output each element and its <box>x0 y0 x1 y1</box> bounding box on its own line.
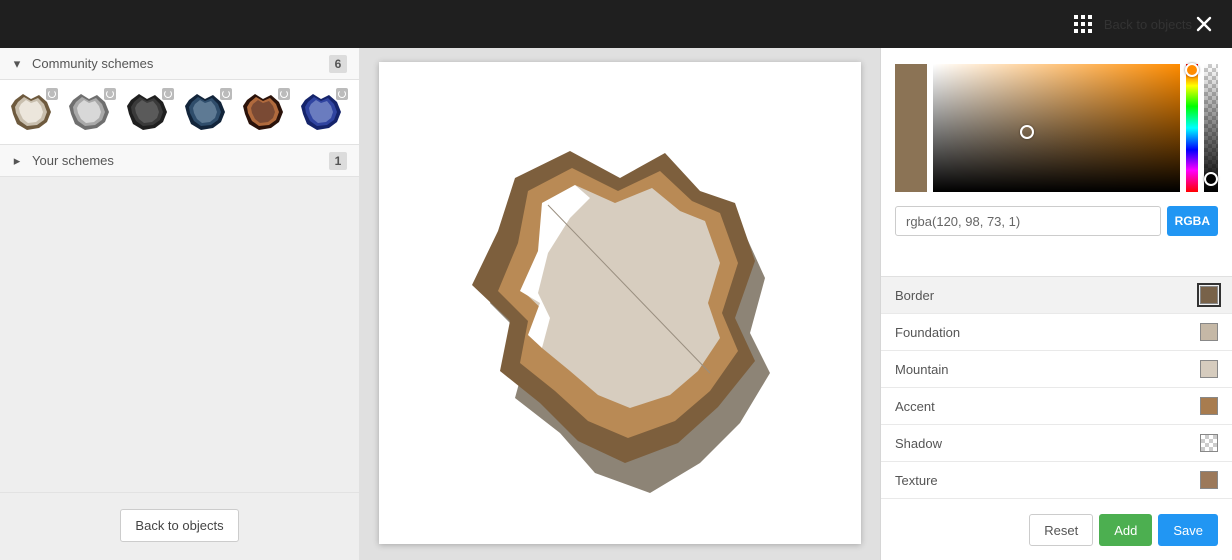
layer-name: Accent <box>895 399 1200 414</box>
community-badge-icon <box>220 88 232 100</box>
your-schemes-header[interactable]: ▸ Your schemes 1 <box>0 145 359 177</box>
current-color-swatch <box>895 64 927 192</box>
community-badge-icon <box>278 88 290 100</box>
community-schemes-header[interactable]: ▾ Community schemes 6 <box>0 48 359 80</box>
scheme-thumbnail[interactable] <box>294 86 350 136</box>
community-badge-icon <box>336 88 348 100</box>
layer-swatch <box>1200 471 1218 489</box>
color-value-input[interactable] <box>895 206 1161 236</box>
save-button[interactable]: Save <box>1158 514 1218 546</box>
chevron-down-icon: ▾ <box>12 56 22 72</box>
sv-cursor[interactable] <box>1020 125 1034 139</box>
editor-footer: Reset Add Save <box>881 500 1232 560</box>
left-footer: Back to objects <box>0 492 359 560</box>
scheme-thumbnail[interactable] <box>4 86 60 136</box>
back-to-objects-group[interactable]: Back to objects <box>1074 15 1192 33</box>
preview-canvas <box>379 62 861 544</box>
layer-swatch <box>1200 286 1218 304</box>
mountain-preview <box>420 103 820 503</box>
community-badge-icon <box>46 88 58 100</box>
scheme-thumbnail[interactable] <box>236 86 292 136</box>
color-editor-panel: RGBA Border Foundation Mountain Accent Shado… <box>880 48 1232 560</box>
layer-name: Texture <box>895 473 1200 488</box>
back-to-objects-button[interactable]: Back to objects <box>120 509 238 542</box>
scheme-thumbnail[interactable] <box>178 86 234 136</box>
scheme-thumbnail[interactable] <box>120 86 176 136</box>
layer-swatch <box>1200 434 1218 452</box>
alpha-knob[interactable] <box>1204 172 1218 186</box>
add-button[interactable]: Add <box>1099 514 1152 546</box>
layer-name: Shadow <box>895 436 1200 451</box>
layer-row-texture[interactable]: Texture <box>881 462 1232 499</box>
layer-name: Foundation <box>895 325 1200 340</box>
back-to-objects-label: Back to objects <box>1104 17 1192 32</box>
layer-row-shadow[interactable]: Shadow <box>881 425 1232 462</box>
layer-row-mountain[interactable]: Mountain <box>881 351 1232 388</box>
layer-row-accent[interactable]: Accent <box>881 388 1232 425</box>
layer-row-border[interactable]: Border <box>881 277 1232 314</box>
your-schemes-count: 1 <box>329 152 347 170</box>
hue-slider[interactable] <box>1186 64 1198 192</box>
community-badge-icon <box>162 88 174 100</box>
community-schemes-title: Community schemes <box>32 56 329 71</box>
grid-icon <box>1074 15 1092 33</box>
community-badge-icon <box>104 88 116 100</box>
hue-knob[interactable] <box>1185 63 1199 77</box>
community-schemes-count: 6 <box>329 55 347 73</box>
layer-list: Border Foundation Mountain Accent Shadow Text… <box>881 276 1232 499</box>
layer-name: Mountain <box>895 362 1200 377</box>
layer-swatch <box>1200 323 1218 341</box>
layer-name: Border <box>895 288 1200 303</box>
top-bar: Back to objects <box>0 0 1232 48</box>
chevron-right-icon: ▸ <box>12 153 22 169</box>
saturation-value-box[interactable] <box>933 64 1180 192</box>
schemes-panel: ▾ Community schemes 6 <box>0 48 359 560</box>
your-schemes-title: Your schemes <box>32 153 329 168</box>
layer-swatch <box>1200 397 1218 415</box>
close-icon[interactable] <box>1192 12 1216 36</box>
alpha-slider[interactable] <box>1204 64 1218 192</box>
preview-area <box>359 48 880 560</box>
community-schemes-list <box>0 80 359 145</box>
color-mode-button[interactable]: RGBA <box>1167 206 1218 236</box>
color-picker: RGBA <box>881 48 1232 248</box>
reset-button[interactable]: Reset <box>1029 514 1093 546</box>
scheme-thumbnail[interactable] <box>62 86 118 136</box>
layer-swatch <box>1200 360 1218 378</box>
layer-row-foundation[interactable]: Foundation <box>881 314 1232 351</box>
